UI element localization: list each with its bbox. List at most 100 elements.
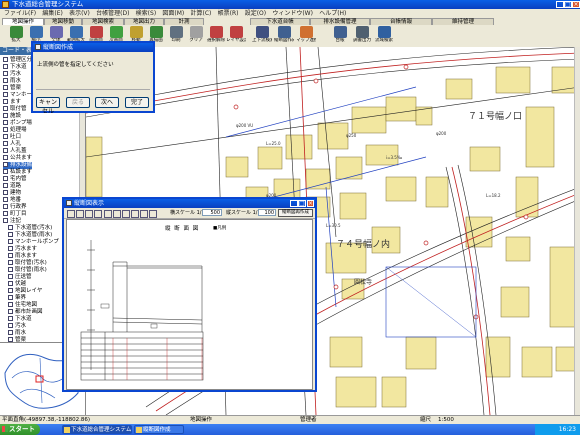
checkbox[interactable] (3, 162, 8, 167)
checkbox[interactable] (8, 239, 13, 244)
zoom-in-icon[interactable] (67, 210, 75, 218)
back-button[interactable]: 戻る (66, 97, 90, 108)
tab-map-move[interactable]: 地図移動 (44, 18, 82, 25)
layer-item[interactable]: 人孔蓋 (3, 148, 27, 155)
settings-icon[interactable] (149, 210, 157, 218)
profile-wizard-titlebar[interactable]: 縦断図作成 (33, 43, 153, 52)
cancel-button[interactable]: キャンセル (36, 97, 60, 115)
tab-ledger-info[interactable]: 台帳情報 (370, 18, 432, 25)
checkbox[interactable] (8, 281, 13, 286)
tab-map-search[interactable]: 地図検索 (82, 18, 124, 25)
layer-item[interactable]: 人孔 (3, 141, 21, 148)
layer-item[interactable]: 取付管 (3, 106, 27, 113)
layer-item[interactable]: 下水道管(雨水) (8, 232, 52, 239)
layer-item[interactable]: ます (3, 99, 21, 106)
checkbox[interactable] (3, 197, 8, 202)
tab-measure[interactable]: 計測 (164, 18, 204, 25)
layer-item[interactable]: 道路 (3, 183, 21, 190)
toolbar-button-16[interactable]: 調書出力 (352, 26, 372, 46)
measure-icon[interactable] (131, 210, 139, 218)
checkbox[interactable] (3, 99, 8, 104)
layer-item[interactable]: 町丁目 (3, 211, 27, 218)
checkbox[interactable] (3, 113, 8, 118)
layer-item[interactable]: 私設ます (3, 169, 32, 176)
next-button[interactable]: 次へ (95, 97, 119, 108)
checkbox[interactable] (3, 190, 8, 195)
copy-icon[interactable] (113, 210, 121, 218)
profile-close-button[interactable]: × (307, 200, 314, 207)
checkbox[interactable] (3, 127, 8, 132)
profile-maximize-button[interactable]: □ (298, 200, 306, 207)
toolbar-button-11[interactable]: レイヤ設定 (226, 26, 246, 46)
layer-item[interactable]: 汚水 (3, 71, 21, 78)
scale-y-input[interactable]: 100 (258, 209, 276, 216)
zoom-out-icon[interactable] (76, 210, 84, 218)
checkbox[interactable] (3, 155, 8, 160)
layer-item[interactable]: 行政界 (3, 204, 27, 211)
layer-item[interactable]: 下水道 (3, 64, 27, 71)
checkbox[interactable] (8, 267, 13, 272)
checkbox[interactable] (3, 57, 8, 62)
close-button[interactable]: × (572, 1, 580, 8)
layer-item[interactable]: 公共ます (3, 155, 32, 162)
layer-item[interactable]: 下水道管(汚水) (8, 225, 52, 232)
toolbar-button-10[interactable]: 選択解除 (206, 26, 226, 46)
layer-item[interactable]: 雨水 (8, 330, 26, 337)
layer-item[interactable]: 圧送管 (8, 274, 32, 281)
toolbar-button-0[interactable]: 拡大 (6, 26, 26, 46)
toolbar-button-14[interactable]: マップ連携 (296, 26, 316, 46)
scale-x-input[interactable]: 500 (202, 209, 222, 216)
checkbox[interactable] (8, 316, 13, 321)
layer-item[interactable]: 吐口 (3, 134, 21, 141)
refresh-icon[interactable] (122, 210, 130, 218)
checkbox[interactable] (3, 211, 8, 216)
toolbar-button-12[interactable]: 上下流検索 (252, 26, 272, 46)
checkbox[interactable] (3, 78, 8, 83)
checkbox[interactable] (8, 288, 13, 293)
checkbox[interactable] (3, 218, 8, 223)
checkbox[interactable] (8, 232, 13, 237)
minimize-button[interactable]: _ (556, 1, 564, 8)
checkbox[interactable] (3, 204, 8, 209)
profile-view-titlebar[interactable]: 縦断図表示 (64, 199, 315, 208)
checkbox[interactable] (3, 183, 8, 188)
title-bar[interactable]: 下水道総合管理システム _ □ × (0, 0, 580, 9)
layer-item[interactable]: ポンプ場 (3, 120, 32, 127)
checkbox[interactable] (3, 92, 8, 97)
layer-item[interactable]: 施設 (3, 113, 21, 120)
checkbox[interactable] (8, 295, 13, 300)
toolbar-button-15[interactable]: 台帳 (330, 26, 350, 46)
finish-button[interactable]: 完了 (125, 97, 149, 108)
layer-item[interactable]: 汚水 (8, 323, 26, 330)
regenerate-profile-button[interactable]: 縦断図再作成 (278, 209, 313, 217)
toolbar-button-13[interactable]: 縦断図作成 (274, 26, 294, 46)
layer-item[interactable]: 下水道 (8, 316, 32, 323)
tab-maintenance[interactable]: 維持管理 (432, 18, 494, 25)
tab-sewer-ledger[interactable]: 下水道台帳 (250, 18, 310, 25)
layer-item[interactable]: 汚水ます (8, 246, 37, 253)
taskbar-item-main[interactable]: 下水道総合管理システム (62, 425, 132, 434)
layer-item[interactable]: 管渠 (3, 85, 21, 92)
pan-icon[interactable] (94, 210, 102, 218)
layer-item[interactable]: 注記 (3, 218, 21, 225)
checkbox[interactable] (3, 64, 8, 69)
layer-item[interactable]: 管理区分 (3, 57, 32, 64)
layer-item[interactable]: 宅内管 (3, 176, 27, 183)
layer-item[interactable]: 地図レイヤ (8, 288, 42, 295)
layer-item[interactable]: 処理場 (3, 127, 27, 134)
toolbar-button-9[interactable]: クリア (186, 26, 206, 46)
layer-item[interactable]: 都市計画図 (8, 309, 43, 316)
text-icon[interactable] (140, 210, 148, 218)
profile-minimize-button[interactable]: _ (290, 200, 298, 207)
checkbox[interactable] (3, 120, 8, 125)
start-button[interactable]: スタート (0, 424, 40, 435)
profile-drawing-canvas[interactable]: 縦 断 面 図 ■凡例 (66, 219, 313, 390)
checkbox[interactable] (8, 274, 13, 279)
checkbox[interactable] (8, 323, 13, 328)
layer-item[interactable]: 雨水ます (8, 253, 37, 260)
checkbox[interactable] (3, 176, 8, 181)
layer-item[interactable]: 住宅地図 (8, 302, 37, 309)
tab-map-operation[interactable]: 地図操作 (2, 18, 44, 25)
checkbox[interactable] (3, 134, 8, 139)
map-vertical-scrollbar[interactable] (574, 47, 580, 415)
